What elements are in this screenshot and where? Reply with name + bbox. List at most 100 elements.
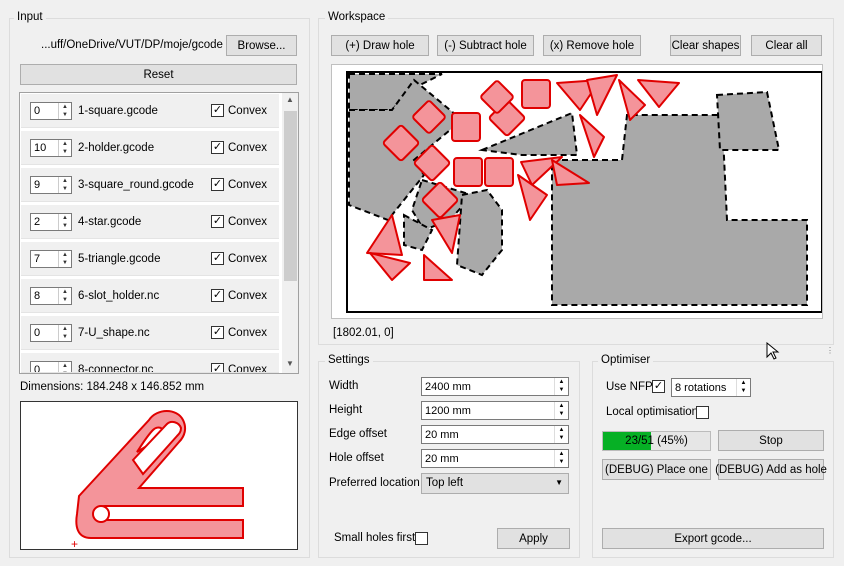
small-holes-checkbox[interactable] [415, 532, 428, 545]
spin-arrows-icon[interactable]: ▲▼ [58, 140, 71, 156]
workspace-title: Workspace [325, 11, 389, 23]
count-value: 0 [34, 327, 41, 339]
progress-text: 23/51 (45%) [625, 435, 688, 447]
file-row[interactable]: 7 ▲ ▼ 5-triangle.gcode ✓ Convex [21, 242, 279, 276]
remove-hole-button[interactable]: (x) Remove hole [543, 35, 641, 56]
file-row[interactable]: 10 ▲ ▼ 2-holder.gcode ✓ Convex [21, 131, 279, 165]
count-value: 8 [34, 290, 41, 302]
convex-checkbox[interactable]: ✓ [211, 363, 224, 372]
spin-arrows-icon[interactable]: ▲▼ [554, 402, 568, 419]
spin-arrows-icon[interactable]: ▲▼ [58, 251, 71, 267]
convex-label: Convex [228, 142, 267, 154]
scroll-thumb[interactable] [284, 111, 297, 281]
height-label: Height [329, 404, 363, 416]
file-row[interactable]: 9 ▲ ▼ 3-square_round.gcode ✓ Convex [21, 168, 279, 202]
part-shape [451, 112, 481, 142]
height-input[interactable]: 1200 mm ▲ ▼ [421, 401, 569, 420]
path-label: ...uff/OneDrive/VUT/DP/moje/gcode [41, 39, 223, 51]
width-input[interactable]: 2400 mm ▲ ▼ [421, 377, 569, 396]
convex-checkbox[interactable]: ✓ [211, 289, 224, 302]
reset-button[interactable]: Reset [20, 64, 297, 85]
export-gcode-button[interactable]: Export gcode... [602, 528, 824, 549]
rotations-value: 8 rotations [675, 382, 727, 394]
scroll-up-icon[interactable]: ▲ [286, 95, 294, 104]
local-opt-label: Local optimisation [606, 406, 699, 418]
convex-label: Convex [228, 290, 267, 302]
file-row[interactable]: 0 ▲ ▼ 7-U_shape.nc ✓ Convex [21, 316, 279, 350]
convex-checkbox[interactable]: ✓ [211, 104, 224, 117]
file-name: 3-square_round.gcode [78, 179, 194, 191]
dimensions-label: Dimensions: 184.248 x 146.852 mm [20, 381, 205, 393]
spin-arrows-icon[interactable]: ▲▼ [554, 450, 568, 467]
convex-checkbox[interactable]: ✓ [211, 178, 224, 191]
part-preview: + [20, 401, 298, 551]
count-spinbox[interactable]: 8 ▲ ▼ [30, 287, 72, 305]
small-holes-label: Small holes first [334, 532, 416, 544]
file-name: 4-star.gcode [78, 216, 142, 228]
browse-button[interactable]: Browse... [226, 35, 297, 56]
file-name: 1-square.gcode [78, 105, 158, 117]
spin-arrows-icon[interactable]: ▲▼ [554, 378, 568, 395]
apply-button[interactable]: Apply [497, 528, 570, 549]
file-row[interactable]: 2 ▲ ▼ 4-star.gcode ✓ Convex [21, 205, 279, 239]
edge-offset-input[interactable]: 20 mm ▲ ▼ [421, 425, 569, 444]
origin-marker-icon: + [71, 537, 78, 549]
count-spinbox[interactable]: 0 ▲▼ [30, 102, 72, 120]
preferred-location-label: Preferred location [329, 477, 420, 489]
workspace-canvas[interactable] [331, 64, 823, 319]
height-value: 1200 mm [425, 405, 471, 417]
local-opt-checkbox[interactable] [696, 406, 709, 419]
count-spinbox[interactable]: 0 ▲▼ [30, 361, 72, 373]
draw-hole-button[interactable]: (+) Draw hole [331, 35, 429, 56]
count-spinbox[interactable]: 0 ▲▼ [30, 324, 72, 342]
file-row[interactable]: 8 ▲ ▼ 6-slot_holder.nc ✓ Convex [21, 279, 279, 313]
count-value: 0 [34, 364, 41, 373]
resize-grip-icon[interactable]: ⋮ [826, 346, 834, 355]
file-name: 5-triangle.gcode [78, 253, 161, 265]
convex-label: Convex [228, 364, 267, 373]
spin-arrows-icon[interactable]: ▲▼ [58, 214, 71, 230]
count-spinbox[interactable]: 2 ▲ ▼ [30, 213, 72, 231]
width-label: Width [329, 380, 359, 392]
use-nfp-label: Use NFP [606, 381, 653, 393]
count-spinbox[interactable]: 7 ▲ ▼ [30, 250, 72, 268]
preview-hole-shape [92, 505, 110, 523]
hole-offset-input[interactable]: 20 mm ▲ ▼ [421, 449, 569, 468]
file-row[interactable]: 0 ▲▼ 8-connector.nc ✓ Convex [21, 353, 279, 373]
optimiser-title: Optimiser [598, 354, 654, 366]
count-spinbox[interactable]: 10 ▲ ▼ [30, 139, 72, 157]
convex-checkbox[interactable]: ✓ [211, 252, 224, 265]
spin-arrows-icon[interactable]: ▲▼ [58, 288, 71, 304]
clear-all-button[interactable]: Clear all [751, 35, 822, 56]
scroll-down-icon[interactable]: ▼ [286, 359, 294, 368]
place-one-button[interactable]: (DEBUG) Place one [602, 459, 711, 480]
spin-arrows-icon[interactable]: ▲▼ [58, 177, 71, 193]
spin-arrows-icon[interactable]: ▲▼ [58, 325, 71, 341]
input-title: Input [14, 11, 46, 23]
rotations-input[interactable]: 8 rotations ▲ ▼ [671, 378, 751, 397]
stop-button[interactable]: Stop [718, 430, 824, 451]
convex-checkbox[interactable]: ✓ [211, 215, 224, 228]
subtract-hole-button[interactable]: (-) Subtract hole [437, 35, 534, 56]
file-name: 6-slot_holder.nc [78, 290, 160, 302]
settings-title: Settings [325, 354, 373, 366]
preferred-location-select[interactable]: Top left ▼ [421, 473, 569, 494]
convex-checkbox[interactable]: ✓ [211, 141, 224, 154]
spin-arrows-icon[interactable]: ▲▼ [58, 103, 71, 119]
spin-arrows-icon[interactable]: ▲▼ [736, 379, 750, 396]
file-list-scrollbar[interactable]: ▲ ▼ [282, 93, 298, 373]
count-spinbox[interactable]: 9 ▲ ▼ [30, 176, 72, 194]
convex-label: Convex [228, 216, 267, 228]
chevron-down-icon: ▼ [555, 478, 563, 487]
spin-arrows-icon[interactable]: ▲▼ [554, 426, 568, 443]
spin-arrows-icon[interactable]: ▲▼ [58, 362, 71, 372]
cursor-icon [766, 341, 780, 363]
part-shape [521, 79, 551, 109]
convex-checkbox[interactable]: ✓ [211, 326, 224, 339]
add-as-hole-button[interactable]: (DEBUG) Add as hole [715, 459, 827, 480]
use-nfp-checkbox[interactable]: ✓ [652, 380, 665, 393]
clear-shapes-button[interactable]: Clear shapes [670, 35, 741, 56]
file-name: 2-holder.gcode [78, 142, 155, 154]
file-row[interactable]: 0 ▲ ▼ 1-square.gcode ✓ Convex [21, 94, 279, 128]
count-value: 0 [34, 105, 41, 117]
